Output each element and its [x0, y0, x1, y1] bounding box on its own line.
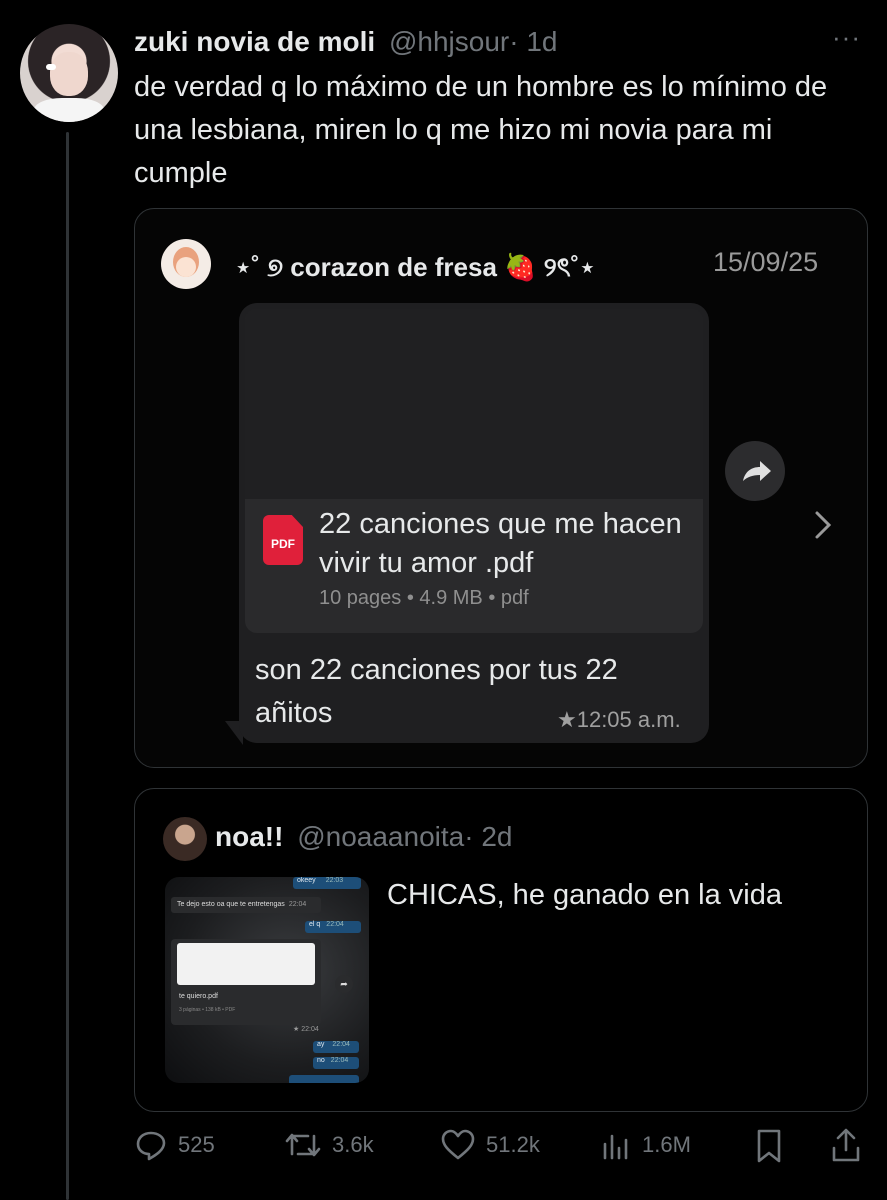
thumb-file-time: ★ 22:04	[293, 1026, 319, 1033]
quoted-text: CHICAS, he ganado en la vida	[387, 879, 782, 911]
timestamp[interactable]: · 1d	[509, 26, 557, 57]
handle[interactable]: @hhjsour	[389, 26, 509, 57]
display-name[interactable]: zuki novia de moli	[134, 26, 375, 57]
quoted-avatar	[163, 817, 207, 861]
retweet-button[interactable]: 3.6k	[284, 1128, 374, 1162]
message-bubble[interactable]: PDF 22 canciones que me hacen vivir tu a…	[239, 303, 709, 743]
quoted-header: noa!! @noaaanoita· 2d	[215, 821, 512, 853]
forward-button[interactable]	[725, 441, 785, 501]
quoted-handle[interactable]: @noaaanoita	[297, 821, 464, 852]
views-icon	[603, 1134, 628, 1160]
chat-date: 15/09/25	[713, 247, 819, 277]
thread-line	[66, 132, 69, 1200]
tweet-text: de verdad q lo máximo de un hombre es lo…	[134, 71, 828, 189]
share-button[interactable]	[830, 1126, 862, 1169]
reply-count: 525	[178, 1132, 215, 1157]
views-button[interactable]: 1.6M	[600, 1128, 691, 1162]
avatar[interactable]	[20, 24, 118, 122]
quoted-tweet[interactable]: noa!! @noaaanoita· 2d okeey 22:03 Te dejo…	[134, 788, 868, 1112]
thumb-msg-top: okeey	[297, 877, 316, 884]
quoted-media-thumbnail[interactable]: okeey 22:03 Te dejo esto oa que te entret…	[165, 877, 369, 1083]
heart-icon	[441, 1129, 475, 1160]
quoted-timestamp: · 2d	[464, 821, 513, 852]
action-bar: 525 3.6k 51.2k 1.6M	[134, 1124, 874, 1168]
message-time: ★12:05 a.m.	[557, 707, 681, 732]
bookmark-button[interactable]	[754, 1128, 784, 1169]
reply-icon	[136, 1131, 166, 1161]
contact-name: ⋆˚ ୭ corazon de fresa 🍓 ୨ৎ˚⋆	[235, 252, 596, 282]
like-count: 51.2k	[486, 1132, 540, 1157]
retweet-count: 3.6k	[332, 1132, 374, 1157]
like-button[interactable]: 51.2k	[440, 1128, 540, 1162]
thumb-msg-no: no	[317, 1057, 325, 1064]
tweet-header: zuki novia de moli @hhjsour· 1d	[134, 24, 834, 60]
contact-avatar	[161, 239, 211, 289]
more-options-icon[interactable]: ···	[832, 22, 861, 53]
thumb-forward-icon: ➦	[335, 975, 353, 993]
thumb-msg-left: Te dejo esto oa que te entretengas	[177, 901, 285, 908]
quoted-display-name[interactable]: noa!!	[215, 821, 283, 852]
reply-button[interactable]: 525	[134, 1128, 215, 1162]
thumb-file-meta: 3 páginas • 138 kB • PDF	[179, 1007, 236, 1013]
retweet-icon	[285, 1133, 321, 1157]
thumb-file-card: te quiero.pdf 3 páginas • 138 kB • PDF	[171, 939, 321, 1025]
share-icon	[832, 1128, 860, 1162]
forward-arrow-icon	[743, 461, 771, 481]
pdf-attachment[interactable]: PDF 22 canciones que me hacen vivir tu a…	[245, 309, 703, 633]
bookmark-icon	[757, 1129, 781, 1163]
thumb-msg-ay: ay	[317, 1041, 325, 1048]
views-count: 1.6M	[642, 1132, 691, 1157]
thumb-msg-elq: el q	[309, 921, 321, 928]
media-card[interactable]: ⋆˚ ୭ corazon de fresa 🍓 ୨ৎ˚⋆ 15/09/25 PD…	[134, 208, 868, 768]
pdf-file-icon: PDF	[263, 515, 303, 565]
pdf-file-meta: 10 pages • 4.9 MB • pdf	[319, 587, 529, 609]
pdf-file-name: 22 canciones que me hacen vivir tu amor …	[319, 508, 682, 579]
chevron-right-icon[interactable]	[811, 509, 835, 546]
pdf-preview	[245, 309, 703, 499]
thumb-file-name: te quiero.pdf	[179, 993, 218, 1000]
